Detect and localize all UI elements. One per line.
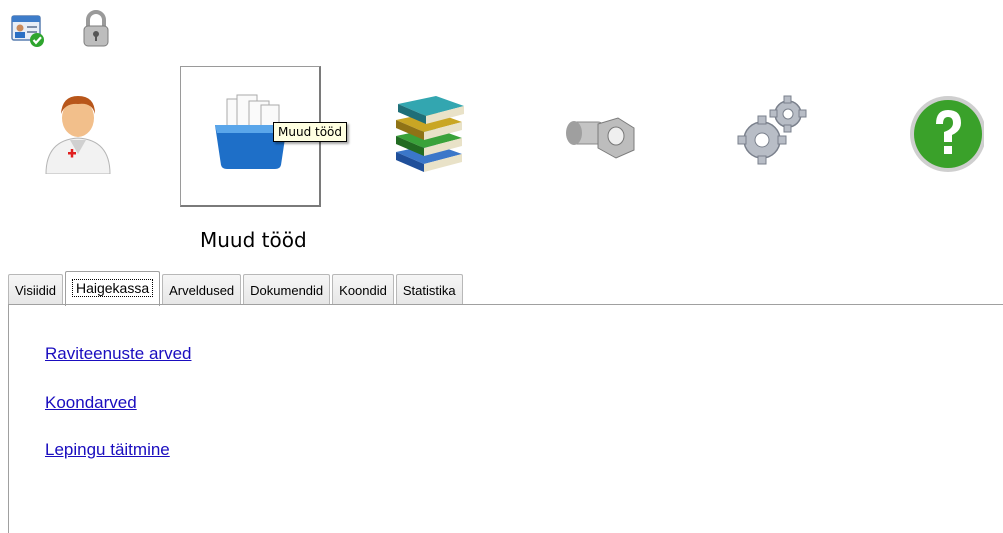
tab-koondid[interactable]: Koondid bbox=[332, 274, 394, 305]
bolt-nut-tile[interactable] bbox=[530, 66, 670, 206]
books-icon bbox=[396, 96, 464, 172]
gears-tile[interactable] bbox=[702, 66, 842, 206]
tab-haigekassa[interactable]: Haigekassa bbox=[64, 271, 161, 306]
link-lepingu-taitmine[interactable]: Lepingu täitmine bbox=[45, 440, 170, 460]
bolt-nut-icon bbox=[566, 117, 635, 159]
tab-dokumendid[interactable]: Dokumendid bbox=[243, 274, 331, 305]
tab-haigekassa-label: Haigekassa bbox=[71, 279, 154, 297]
tab-panel bbox=[8, 304, 1003, 533]
tab-bar: Visiidid Haigekassa Arveldused Dokumendi… bbox=[8, 268, 465, 306]
doctor-icon bbox=[45, 96, 111, 174]
books-tile[interactable] bbox=[358, 66, 498, 206]
link-koondarved[interactable]: Koondarved bbox=[45, 393, 137, 413]
help-icon bbox=[910, 96, 984, 172]
lock-icon[interactable] bbox=[78, 10, 114, 48]
tooltip: Muud tööd bbox=[273, 122, 348, 142]
doctor-tile[interactable] bbox=[8, 66, 148, 206]
patient-card-icon[interactable] bbox=[10, 10, 46, 48]
section-title: Muud tööd bbox=[200, 228, 307, 252]
help-tile[interactable] bbox=[874, 66, 1003, 206]
link-raviteenuste-arved[interactable]: Raviteenuste arved bbox=[45, 344, 191, 364]
tab-visiidid[interactable]: Visiidid bbox=[8, 274, 63, 305]
tab-arveldused[interactable]: Arveldused bbox=[162, 274, 242, 305]
tab-statistika[interactable]: Statistika bbox=[395, 274, 463, 305]
gears-icon bbox=[737, 95, 807, 165]
